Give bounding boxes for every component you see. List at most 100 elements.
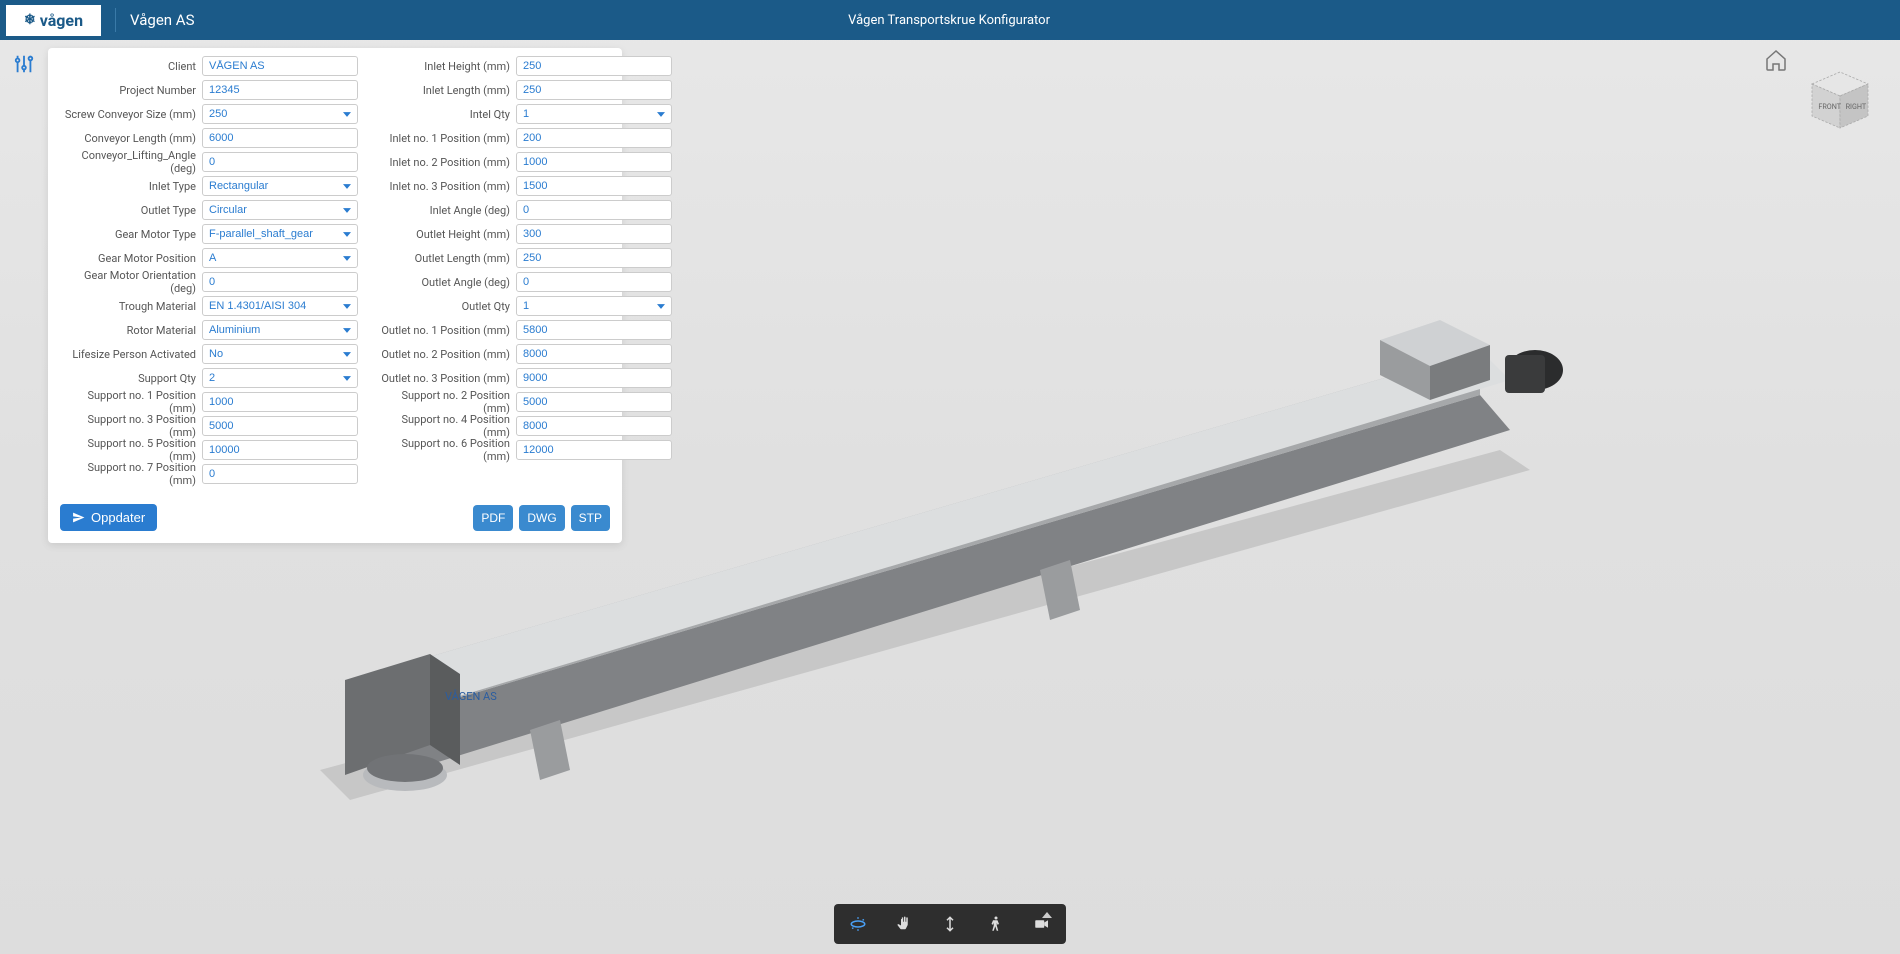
support-6-position-field[interactable]: [516, 440, 672, 460]
form-row: Support Qty 2: [60, 366, 358, 390]
form-row: Outlet Length (mm): [374, 246, 672, 270]
form-label: Rotor Material: [60, 324, 198, 337]
form-row: Inlet no. 2 Position (mm): [374, 150, 672, 174]
form-label: Inlet Height (mm): [374, 60, 512, 73]
form-label: Screw Conveyor Size (mm): [60, 108, 198, 121]
screw-conveyor-size-select[interactable]: 250: [202, 104, 358, 124]
walk-tool[interactable]: [982, 910, 1010, 938]
form-row: Outlet TypeCircular: [60, 198, 358, 222]
pdf-button[interactable]: PDF: [473, 505, 513, 531]
conveyor-lifting-angle-field[interactable]: [202, 152, 358, 172]
inlet-height-field[interactable]: [516, 56, 672, 76]
outlet-3-position-field[interactable]: [516, 368, 672, 388]
support-4-position-field[interactable]: [516, 416, 672, 436]
inlet-qty-select[interactable]: 1: [516, 104, 672, 124]
home-icon[interactable]: [1764, 48, 1788, 76]
form-label: Trough Material: [60, 300, 198, 313]
form-label: Inlet no. 3 Position (mm): [374, 180, 512, 193]
outlet-angle-field[interactable]: [516, 272, 672, 292]
form-grid: Client Project Number Screw Conveyor Size …: [60, 54, 610, 486]
outlet-height-field[interactable]: [516, 224, 672, 244]
orbit-tool[interactable]: [844, 910, 872, 938]
company-logo[interactable]: ❄ vågen: [6, 5, 101, 36]
outlet-qty-select[interactable]: 1: [516, 296, 672, 316]
form-row: Lifesize Person Activated No: [60, 342, 358, 366]
viewcube[interactable]: FRONT RIGHT: [1796, 56, 1876, 136]
form-row: Outlet Qty1: [374, 294, 672, 318]
gear-motor-orientation-field[interactable]: [202, 272, 358, 292]
form-label: Inlet Length (mm): [374, 84, 512, 97]
paper-plane-icon: [72, 511, 85, 524]
form-label: Lifesize Person Activated: [60, 348, 198, 361]
form-row: Gear Motor Type F-parallel_shaft_gear: [60, 222, 358, 246]
form-row: Trough Material EN 1.4301/AISI 304: [60, 294, 358, 318]
pan-tool[interactable]: [890, 910, 918, 938]
form-label: Support no. 7 Position (mm): [60, 461, 198, 487]
form-label: Outlet Length (mm): [374, 252, 512, 265]
form-row: Client: [60, 54, 358, 78]
camera-tool[interactable]: [1028, 910, 1056, 938]
form-row: Inlet Length (mm): [374, 78, 672, 102]
outlet-1-position-field[interactable]: [516, 320, 672, 340]
lifesize-person-select[interactable]: No: [202, 344, 358, 364]
viewcube-front-label: FRONT: [1818, 102, 1841, 111]
form-label: Outlet Angle (deg): [374, 276, 512, 289]
gear-motor-type-select[interactable]: F-parallel_shaft_gear: [202, 224, 358, 244]
form-row: Inlet Type Rectangular: [60, 174, 358, 198]
form-label: Project Number: [60, 84, 198, 97]
render-label: VÅGEN AS: [445, 689, 497, 703]
update-button[interactable]: Oppdater: [60, 504, 157, 531]
form-row: Screw Conveyor Size (mm) 250: [60, 102, 358, 126]
support-qty-select[interactable]: 2: [202, 368, 358, 388]
settings-icon[interactable]: [8, 48, 40, 80]
form-label: Gear Motor Type: [60, 228, 198, 241]
conveyor-length-field[interactable]: [202, 128, 358, 148]
form-label: Support no. 6 Position (mm): [374, 437, 512, 463]
support-7-position-field[interactable]: [202, 464, 358, 484]
form-label: Inlet Type: [60, 180, 198, 193]
inlet-3-position-field[interactable]: [516, 176, 672, 196]
inlet-2-position-field[interactable]: [516, 152, 672, 172]
form-label: Support no. 4 Position (mm): [374, 413, 512, 439]
support-2-position-field[interactable]: [516, 392, 672, 412]
form-label: Outlet no. 3 Position (mm): [374, 372, 512, 385]
project-number-field[interactable]: [202, 80, 358, 100]
inlet-angle-field[interactable]: [516, 200, 672, 220]
client-field[interactable]: [202, 56, 358, 76]
stp-button[interactable]: STP: [571, 505, 610, 531]
form-label: Support Qty: [60, 372, 198, 385]
form-row: Project Number: [60, 78, 358, 102]
form-row: Gear Motor PositionA: [60, 246, 358, 270]
support-3-position-field[interactable]: [202, 416, 358, 436]
form-row: Outlet no. 3 Position (mm): [374, 366, 672, 390]
form-row: Conveyor Length (mm): [60, 126, 358, 150]
support-5-position-field[interactable]: [202, 440, 358, 460]
form-label: Conveyor Length (mm): [60, 132, 198, 145]
dwg-button[interactable]: DWG: [519, 505, 564, 531]
form-label: Gear Motor Orientation (deg): [60, 269, 198, 295]
outlet-length-field[interactable]: [516, 248, 672, 268]
dropdown-indicator-icon: [1042, 912, 1052, 918]
form-row: Inlet Angle (deg): [374, 198, 672, 222]
inlet-1-position-field[interactable]: [516, 128, 672, 148]
inlet-type-select[interactable]: Rectangular: [202, 176, 358, 196]
form-row: Outlet no. 2 Position (mm): [374, 342, 672, 366]
viewcube-right-label: RIGHT: [1846, 102, 1867, 111]
form-row: Support no. 2 Position (mm): [374, 390, 672, 414]
trough-material-select[interactable]: EN 1.4301/AISI 304: [202, 296, 358, 316]
inlet-length-field[interactable]: [516, 80, 672, 100]
form-label: Support no. 1 Position (mm): [60, 389, 198, 415]
support-1-position-field[interactable]: [202, 392, 358, 412]
form-row: Gear Motor Orientation (deg): [60, 270, 358, 294]
form-label: Inlet Angle (deg): [374, 204, 512, 217]
outlet-type-select[interactable]: Circular: [202, 200, 358, 220]
vertical-move-tool[interactable]: [936, 910, 964, 938]
update-button-label: Oppdater: [91, 510, 145, 525]
rotor-material-select[interactable]: Aluminium: [202, 320, 358, 340]
form-row: Rotor Material Aluminium: [60, 318, 358, 342]
product-name: Vågen Transportskrue Konfigurator: [848, 13, 1050, 28]
gear-motor-position-select[interactable]: A: [202, 248, 358, 268]
app-header: ❄ vågen Vågen AS Vågen Transportskrue Ko…: [0, 0, 1900, 40]
outlet-2-position-field[interactable]: [516, 344, 672, 364]
panel-footer: Oppdater PDF DWG STP: [60, 504, 610, 531]
